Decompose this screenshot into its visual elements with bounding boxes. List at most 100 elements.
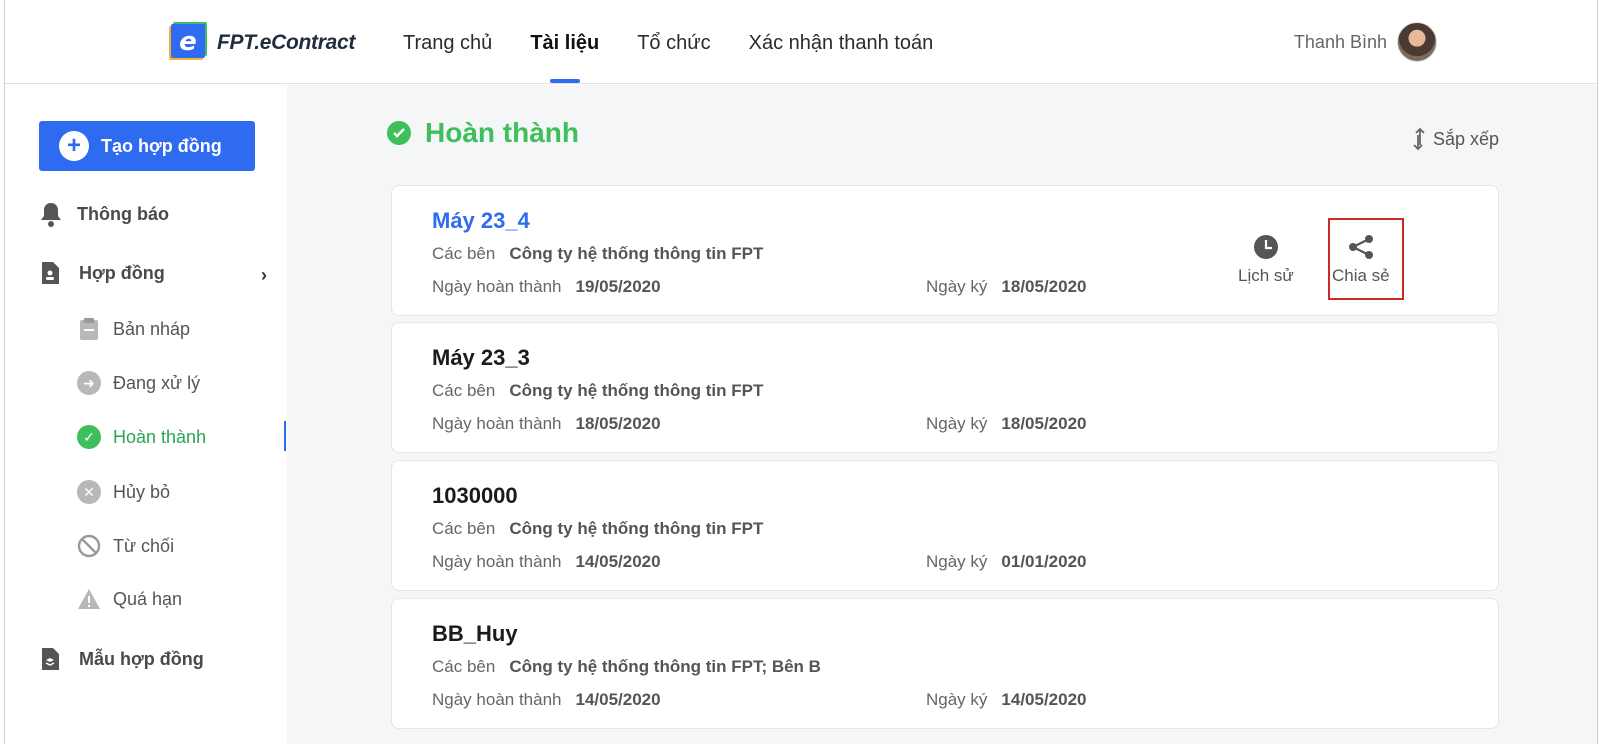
plus-icon: + <box>59 131 89 161</box>
chevron-right-icon[interactable]: › <box>261 265 267 286</box>
contract-title[interactable]: Máy 23_3 <box>432 345 530 371</box>
nav-home[interactable]: Trang chủ <box>403 0 492 84</box>
arrow-right-icon: ➜ <box>77 371 101 395</box>
sort-arrows-icon <box>1413 127 1425 151</box>
signed-date-row: Ngày ký 14/05/2020 <box>926 690 1087 710</box>
parties-label: Các bên <box>432 381 496 400</box>
template-doc-icon <box>42 648 59 670</box>
top-navbar: e FPT.eContract Trang chủ Tài liệu Tổ ch… <box>5 0 1597 84</box>
parties-value: Công ty hệ thống thông tin FPT <box>509 519 764 538</box>
sidebar: + Tạo hợp đồng Thông báo Hợp đồng › Bản … <box>5 85 287 744</box>
contract-title[interactable]: 1030000 <box>432 483 518 509</box>
completed-date-row: Ngày hoàn thành 19/05/2020 <box>432 277 661 297</box>
parties-row: Các bên Công ty hệ thống thông tin FPT; B… <box>432 657 821 677</box>
page-title-text: Hoàn thành <box>425 117 579 148</box>
sidebar-item-label: Đang xử lý <box>113 372 201 393</box>
avatar[interactable] <box>1397 22 1437 62</box>
contract-card[interactable]: 1030000 Các bên Công ty hệ thống thông ti… <box>391 460 1499 591</box>
parties-label: Các bên <box>432 657 496 676</box>
sidebar-item-label: Từ chối <box>113 535 175 556</box>
main-content: Hoàn thành Sắp xếp Máy 23_4 Các bên Công … <box>287 85 1597 744</box>
signed-date-label: Ngày ký <box>926 414 988 433</box>
nav-documents[interactable]: Tài liệu <box>530 0 599 84</box>
completed-date-label: Ngày hoàn thành <box>432 414 562 433</box>
history-label: Lịch sử <box>1238 266 1294 285</box>
parties-value: Công ty hệ thống thông tin FPT; Bên B <box>509 657 821 676</box>
history-button[interactable]: Lịch sử <box>1238 230 1294 286</box>
signed-date-value: 01/01/2020 <box>1001 552 1087 571</box>
clipboard-icon <box>80 318 98 340</box>
completed-date-value: 19/05/2020 <box>575 277 661 296</box>
document-icon <box>42 262 59 284</box>
sidebar-item-completed[interactable]: ✓ Hoàn thành <box>77 425 206 449</box>
sort-button[interactable]: Sắp xếp <box>1411 127 1499 151</box>
contract-title[interactable]: Máy 23_4 <box>432 208 530 234</box>
svg-text:e: e <box>179 27 197 57</box>
completed-date-label: Ngày hoàn thành <box>432 277 562 296</box>
contract-card[interactable]: BB_Huy Các bên Công ty hệ thống thông tin… <box>391 598 1499 729</box>
econtract-logo-icon: e <box>167 22 209 64</box>
sidebar-item-label: Thông báo <box>77 203 169 224</box>
completed-date-value: 18/05/2020 <box>575 414 661 433</box>
sidebar-item-processing[interactable]: ➜ Đang xử lý <box>77 371 200 395</box>
parties-label: Các bên <box>432 244 496 263</box>
signed-date-value: 14/05/2020 <box>1001 690 1087 709</box>
signed-date-value: 18/05/2020 <box>1001 277 1087 296</box>
close-circle-icon: ✕ <box>77 480 101 504</box>
signed-date-label: Ngày ký <box>926 552 988 571</box>
contract-title[interactable]: BB_Huy <box>432 621 518 647</box>
nav-organization[interactable]: Tổ chức <box>637 0 710 84</box>
page-title: Hoàn thành <box>387 117 579 149</box>
completed-date-row: Ngày hoàn thành 14/05/2020 <box>432 690 661 710</box>
sidebar-item-label: Hoàn thành <box>113 426 207 447</box>
completed-date-row: Ngày hoàn thành 14/05/2020 <box>432 552 661 572</box>
ban-icon <box>77 534 101 558</box>
share-highlight-box <box>1328 218 1404 300</box>
sidebar-item-overdue[interactable]: Quá hạn <box>77 588 182 610</box>
completed-date-value: 14/05/2020 <box>575 690 661 709</box>
bell-icon <box>41 203 61 227</box>
main-nav: Trang chủ Tài liệu Tổ chức Xác nhận than… <box>403 0 971 84</box>
parties-row: Các bên Công ty hệ thống thông tin FPT <box>432 244 763 264</box>
create-contract-label: Tạo hợp đồng <box>101 135 222 156</box>
sidebar-item-label: Bản nháp <box>113 318 191 339</box>
logo[interactable]: e FPT.eContract <box>167 22 355 64</box>
sidebar-item-drafts[interactable]: Bản nháp <box>77 317 190 341</box>
parties-label: Các bên <box>432 519 496 538</box>
active-indicator <box>284 421 286 451</box>
parties-row: Các bên Công ty hệ thống thông tin FPT <box>432 519 763 539</box>
sidebar-item-contracts[interactable]: Hợp đồng <box>39 261 165 285</box>
parties-value: Công ty hệ thống thông tin FPT <box>509 381 764 400</box>
warning-icon <box>78 589 100 609</box>
contract-card[interactable]: Máy 23_3 Các bên Công ty hệ thống thông t… <box>391 322 1499 453</box>
app-frame: e FPT.eContract Trang chủ Tài liệu Tổ ch… <box>4 0 1598 744</box>
sidebar-item-notifications[interactable]: Thông báo <box>39 201 169 227</box>
completed-date-value: 14/05/2020 <box>575 552 661 571</box>
clock-icon <box>1253 230 1279 260</box>
sidebar-item-cancelled[interactable]: ✕ Hủy bỏ <box>77 480 170 504</box>
signed-date-row: Ngày ký 18/05/2020 <box>926 414 1087 434</box>
user-name: Thanh Bình <box>1293 31 1387 52</box>
signed-date-row: Ngày ký 01/01/2020 <box>926 552 1087 572</box>
check-circle-icon: ✓ <box>77 425 101 449</box>
completed-date-label: Ngày hoàn thành <box>432 690 562 709</box>
signed-date-label: Ngày ký <box>926 277 988 296</box>
sidebar-item-label: Quá hạn <box>113 588 183 609</box>
completed-date-label: Ngày hoàn thành <box>432 552 562 571</box>
sidebar-item-label: Hợp đồng <box>79 262 165 283</box>
contract-card[interactable]: Máy 23_4 Các bên Công ty hệ thống thông t… <box>391 185 1499 316</box>
logo-text: FPT.eContract <box>217 31 356 54</box>
parties-row: Các bên Công ty hệ thống thông tin FPT <box>432 381 763 401</box>
signed-date-label: Ngày ký <box>926 690 988 709</box>
sidebar-item-templates[interactable]: Mẫu hợp đồng <box>39 647 204 671</box>
user-menu[interactable]: Thanh Bình <box>1294 22 1437 62</box>
parties-value: Công ty hệ thống thông tin FPT <box>509 244 764 263</box>
create-contract-button[interactable]: + Tạo hợp đồng <box>39 121 255 171</box>
signed-date-value: 18/05/2020 <box>1001 414 1087 433</box>
signed-date-row: Ngày ký 18/05/2020 <box>926 277 1087 297</box>
nav-payment-confirmation[interactable]: Xác nhận thanh toán <box>749 0 934 84</box>
sidebar-item-rejected[interactable]: Từ chối <box>77 534 174 558</box>
completed-date-row: Ngày hoàn thành 18/05/2020 <box>432 414 661 434</box>
check-circle-icon <box>387 121 411 145</box>
sidebar-item-label: Hủy bỏ <box>113 481 171 502</box>
